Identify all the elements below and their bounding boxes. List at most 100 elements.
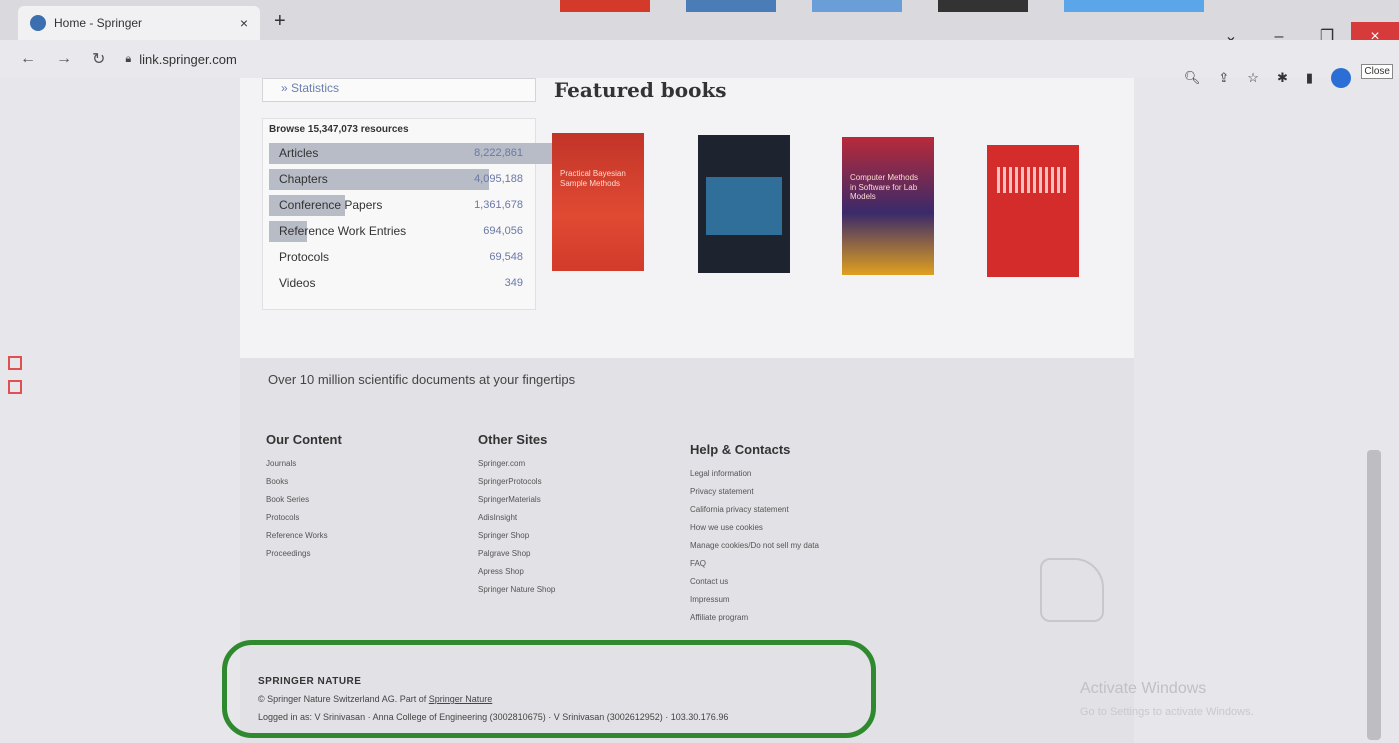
resource-count: 1,361,678 [474,199,523,211]
activate-windows-subtitle: Go to Settings to activate Windows. [1080,706,1254,718]
toolbar-icons: 🔍︎ ⇪ ☆ ✱ ▮ [1184,68,1351,88]
book-cover[interactable]: Computer Methods in Software for Lab Mod… [842,137,934,275]
resource-label: Videos [279,276,316,290]
footer-link[interactable]: Legal information [690,465,819,483]
footer-link[interactable]: SpringerMaterials [478,491,555,509]
side-icons [8,356,22,394]
resource-row[interactable]: Reference Work Entries 694,056 [269,218,531,244]
resource-label: Protocols [279,250,330,264]
thumbnail-red [560,0,650,12]
footer-link[interactable]: Reference Works [266,527,342,545]
footer-link[interactable]: Book Series [266,491,342,509]
new-tab-button[interactable]: + [274,10,286,33]
copyright-text: © Springer Nature Switzerland AG. Part o… [258,694,427,704]
footer-link[interactable]: Proceedings [266,545,342,563]
footer-link[interactable]: Manage cookies/Do not sell my data [690,537,819,555]
book-cover-title: Computer Methods in Software for Lab Mod… [850,173,919,202]
footer-link[interactable]: Privacy statement [690,483,819,501]
extensions-icon[interactable]: ✱ [1277,70,1288,86]
footer-other-sites: Other Sites Springer.com SpringerProtocol… [478,432,555,599]
activate-windows-title: Activate Windows [1080,680,1207,697]
thumbnail-blue [686,0,776,12]
footer-link[interactable]: Protocols [266,509,342,527]
footer-link[interactable]: AdisInsight [478,509,555,527]
footer-link[interactable]: Springer Nature Shop [478,581,555,599]
footer-link[interactable]: Springer Shop [478,527,555,545]
footer-help-contacts: Help & Contacts Legal information Privacy… [690,442,819,627]
springer-horse-logo-icon [1040,558,1104,622]
book-cover-chart [997,167,1067,193]
thumbnail-dark [938,0,1028,12]
resource-row[interactable]: Protocols 69,548 [269,244,531,270]
help-contacts-heading: Help & Contacts [690,442,791,457]
resource-count: 349 [504,277,523,289]
footer-link[interactable]: Palgrave Shop [478,545,555,563]
resource-count: 8,222,861 [474,147,523,159]
copyright-line: © Springer Nature Switzerland AG. Part o… [258,694,492,704]
resource-count: 694,056 [483,225,523,237]
springer-nature-link[interactable]: Springer Nature [429,694,493,704]
footer-link[interactable]: Springer.com [478,455,555,473]
scrollbar[interactable] [1367,450,1381,740]
reload-icon[interactable]: ↻ [92,49,105,69]
side-note-icon[interactable] [8,380,22,394]
book-cover[interactable]: Practical Bayesian Sample Methods [552,133,644,271]
zoom-icon[interactable]: 🔍︎ [1184,70,1201,86]
book-cover[interactable] [987,145,1079,277]
springer-nature-brand: SPRINGER NATURE [258,676,362,687]
footer-link[interactable]: Contact us [690,573,819,591]
featured-books: Practical Bayesian Sample Methods Comput… [552,133,1092,283]
footer-link[interactable]: SpringerProtocols [478,473,555,491]
footer-link[interactable]: Affiliate program [690,609,819,627]
resource-label: Conference Papers [279,198,383,212]
back-arrow-icon[interactable]: ← [20,50,36,68]
logged-in-info: Logged in as: V Srinivasan · Anna Colleg… [258,712,729,722]
footer-link[interactable]: Apress Shop [478,563,555,581]
tab-close-icon[interactable]: × [240,15,248,31]
highlight-annotation [222,640,876,738]
profile-avatar[interactable] [1331,68,1351,88]
footer-link[interactable]: How we use cookies [690,519,819,537]
sidebar-icon[interactable]: ▮ [1306,70,1313,86]
address-bar[interactable]: link.springer.com [139,52,237,67]
side-pdf-icon[interactable] [8,356,22,370]
browse-resources: Browse 15,347,073 resources Articles 8,22… [262,118,627,310]
resource-row[interactable]: Conference Papers 1,361,678 [269,192,531,218]
browse-title: Browse 15,347,073 resources [269,124,409,135]
footer-link[interactable]: Journals [266,455,342,473]
page-footer: Over 10 million scientific documents at … [222,358,1134,743]
featured-books-heading: Featured books [554,78,727,102]
footer-link[interactable]: California privacy statement [690,501,819,519]
thumbnail-sky [1064,0,1204,12]
star-icon[interactable]: ☆ [1247,70,1259,86]
footer-our-content: Our Content Journals Books Book Series Prot… [266,432,342,563]
book-cover[interactable] [698,135,790,273]
resource-label: Reference Work Entries [279,224,407,238]
footer-tagline: Over 10 million scientific documents at … [268,372,576,387]
tab-bar: Home - Springer × + ⌄ – ❐ × [0,0,1399,52]
resource-count: 69,548 [489,251,523,263]
statistics-link[interactable]: » Statistics [262,78,536,102]
springer-page: » Statistics Featured books Browse 15,34… [222,78,1134,743]
footer-link[interactable]: FAQ [690,555,819,573]
resource-row[interactable]: Videos 349 [269,270,531,296]
close-tooltip: Close [1361,64,1393,79]
our-content-heading: Our Content [266,432,342,447]
footer-link[interactable]: Books [266,473,342,491]
browser-tab[interactable]: Home - Springer × [18,6,260,40]
other-sites-heading: Other Sites [478,432,548,447]
book-cover-image [706,177,782,235]
resource-label: Chapters [279,172,328,186]
resource-count: 4,095,188 [474,173,523,185]
tab-thumbnails [560,0,1204,14]
thumbnail-lightblue [812,0,902,12]
resource-row[interactable]: Chapters 4,095,188 [269,166,531,192]
share-icon[interactable]: ⇪ [1218,70,1229,86]
footer-link[interactable]: Impressum [690,591,819,609]
book-cover-title: Practical Bayesian Sample Methods [560,169,626,188]
forward-arrow-icon[interactable]: → [56,50,72,68]
resource-row[interactable]: Articles 8,222,861 [269,140,627,166]
tab-title: Home - Springer [54,16,143,30]
resource-label: Articles [279,146,319,160]
lock-icon[interactable]: 🔒︎ [125,53,131,66]
